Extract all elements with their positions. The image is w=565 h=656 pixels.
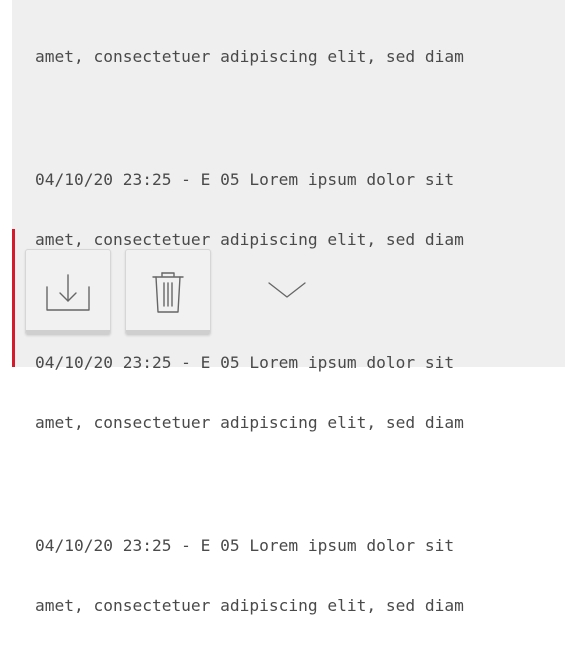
download-tray-icon <box>46 274 90 311</box>
log-line: 04/10/20 23:25 - E 05 Lorem ipsum dolor … <box>35 353 455 372</box>
log-line: amet, consectetuer adipiscing elit, sed … <box>35 230 464 249</box>
download-button[interactable] <box>25 249 111 335</box>
log-line: amet, consectetuer adipiscing elit, sed … <box>35 413 464 432</box>
log-entry-partial: amet, consectetuer adipiscing elit, sed … <box>35 7 555 107</box>
log-line: amet, consectetuer adipiscing elit, sed … <box>35 47 464 66</box>
log-entry: 04/10/20 23:25 - E 05 Lorem ipsum dolor … <box>35 130 555 290</box>
log-line: amet, consectetuer adipiscing elit, sed … <box>35 596 464 615</box>
chevron-down-icon[interactable] <box>267 280 307 300</box>
delete-button[interactable] <box>125 249 211 335</box>
trash-icon <box>152 272 184 313</box>
log-list[interactable]: amet, consectetuer adipiscing elit, sed … <box>35 7 555 656</box>
log-entry: 04/10/20 23:25 - E 05 Lorem ipsum dolor … <box>35 313 555 473</box>
log-line: 04/10/20 23:25 - E 05 Lorem ipsum dolor … <box>35 536 455 555</box>
log-entry: 04/10/20 23:25 - E 05 Lorem ipsum dolor … <box>35 496 555 656</box>
accent-bar <box>12 229 15 367</box>
log-line: 04/10/20 23:25 - E 05 Lorem ipsum dolor … <box>35 170 455 189</box>
